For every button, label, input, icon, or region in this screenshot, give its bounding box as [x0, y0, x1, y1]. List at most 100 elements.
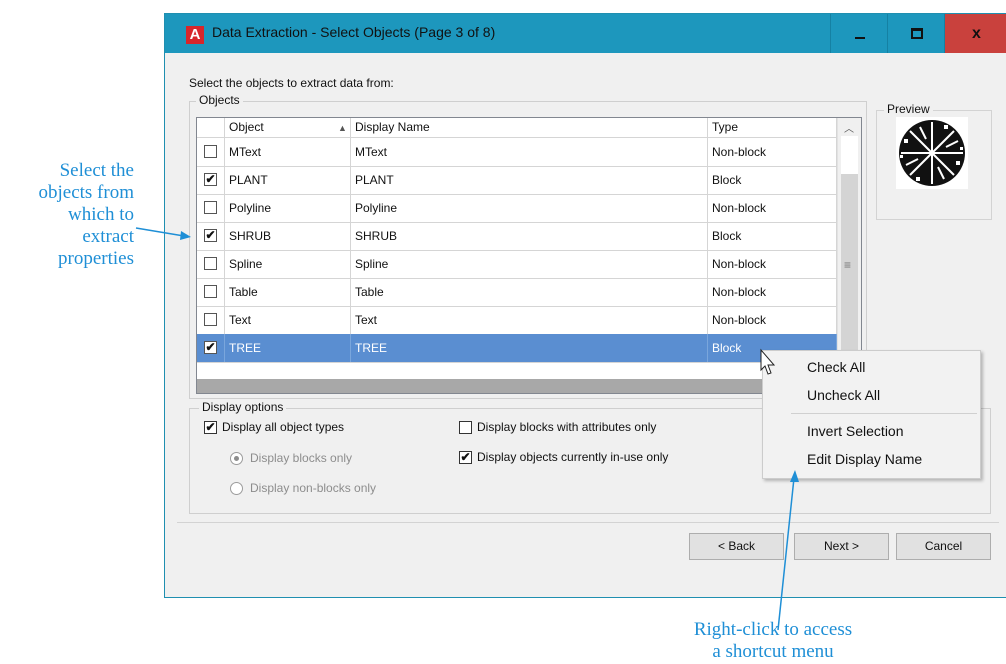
- menu-item-uncheck-all[interactable]: Uncheck All: [807, 387, 880, 403]
- display-name-cell[interactable]: Text: [351, 306, 708, 334]
- footer-separator: [177, 522, 999, 523]
- scroll-grip-icon: ≡: [844, 258, 852, 272]
- row-checkbox-cell[interactable]: ✔: [197, 222, 225, 250]
- checkbox-unchecked[interactable]: [204, 313, 217, 326]
- row-checkbox-cell[interactable]: ✔: [197, 334, 225, 362]
- non-blocks-only-radio[interactable]: Display non-blocks only: [230, 481, 377, 496]
- checkbox-checked[interactable]: ✔: [204, 173, 217, 186]
- row-checkbox-cell[interactable]: [197, 278, 225, 306]
- context-menu: Check All Uncheck All Invert Selection E…: [762, 350, 981, 479]
- table-row[interactable]: ✔ PLANT PLANT Block: [197, 166, 837, 195]
- row-checkbox-cell[interactable]: [197, 250, 225, 278]
- header-display-name[interactable]: Display Name: [351, 118, 708, 137]
- scrollbar-track[interactable]: [841, 174, 858, 379]
- maximize-button[interactable]: [887, 14, 945, 53]
- display-name-cell[interactable]: PLANT: [351, 166, 708, 194]
- row-checkbox-cell[interactable]: [197, 194, 225, 222]
- row-checkbox-cell[interactable]: [197, 306, 225, 334]
- header-object[interactable]: Object ▲: [225, 118, 351, 137]
- radio-unselected[interactable]: [230, 482, 243, 496]
- table-row[interactable]: Table Table Non-block: [197, 278, 837, 307]
- sort-ascending-icon: ▲: [338, 123, 347, 133]
- close-icon: x: [972, 25, 981, 42]
- left-annotation-line-3: which to: [68, 204, 134, 225]
- table-row[interactable]: ✔ TREE TREE Block: [197, 334, 837, 363]
- display-name-cell[interactable]: Spline: [351, 250, 708, 278]
- objects-group-title: Objects: [196, 93, 243, 107]
- bottom-annotation-line-2: a shortcut menu: [712, 641, 834, 662]
- object-cell: Table: [225, 278, 351, 306]
- checkbox-unchecked[interactable]: [459, 421, 472, 435]
- left-annotation: Select the objects from which to extract…: [0, 160, 134, 270]
- minimize-button[interactable]: [830, 14, 888, 53]
- left-annotation-line-2: objects from: [38, 182, 134, 203]
- cancel-button[interactable]: Cancel: [896, 533, 991, 560]
- minimize-icon: [854, 36, 865, 39]
- display-name-cell[interactable]: SHRUB: [351, 222, 708, 250]
- blocks-only-label: Display blocks only: [250, 451, 353, 465]
- menu-item-check-all[interactable]: Check All: [807, 359, 865, 375]
- type-cell: Non-block: [708, 306, 837, 334]
- display-name-cell[interactable]: TREE: [351, 334, 708, 362]
- display-all-types-label: Display all object types: [222, 420, 345, 434]
- grid-footer-bar: [197, 379, 837, 393]
- title-bar[interactable]: A Data Extraction - Select Objects (Page…: [165, 14, 1006, 53]
- header-checkbox-column[interactable]: [197, 118, 225, 137]
- left-annotation-line-1: Select the: [59, 160, 134, 181]
- display-name-cell[interactable]: MText: [351, 138, 708, 166]
- display-options-title: Display options: [199, 400, 287, 414]
- table-row[interactable]: Spline Spline Non-block: [197, 250, 837, 279]
- back-button[interactable]: < Back: [689, 533, 784, 560]
- instruction-label: Select the objects to extract data from:: [189, 76, 394, 90]
- type-cell: Non-block: [708, 278, 837, 306]
- blocks-with-attributes-checkbox[interactable]: Display blocks with attributes only: [459, 420, 657, 435]
- header-type[interactable]: Type: [708, 118, 837, 137]
- menu-separator: [791, 413, 977, 414]
- scrollbar-thumb[interactable]: [841, 136, 858, 174]
- in-use-only-checkbox[interactable]: ✔ Display objects currently in-use only: [459, 450, 669, 465]
- menu-item-edit-display-name[interactable]: Edit Display Name: [807, 451, 922, 467]
- in-use-only-label: Display objects currently in-use only: [477, 450, 669, 464]
- checkbox-unchecked[interactable]: [204, 201, 217, 214]
- checkbox-checked[interactable]: ✔: [204, 421, 217, 435]
- menu-item-invert-selection[interactable]: Invert Selection: [807, 423, 904, 439]
- blocks-only-radio[interactable]: Display blocks only: [230, 451, 353, 466]
- blocks-with-attributes-label: Display blocks with attributes only: [477, 420, 657, 434]
- left-annotation-line-4: extract: [82, 226, 134, 247]
- checkbox-unchecked[interactable]: [204, 257, 217, 270]
- non-blocks-only-label: Display non-blocks only: [250, 481, 377, 495]
- object-cell: Text: [225, 306, 351, 334]
- table-row[interactable]: MText MText Non-block: [197, 138, 837, 167]
- table-row[interactable]: Text Text Non-block: [197, 306, 837, 335]
- bottom-annotation-line-1: Right-click to access: [693, 619, 853, 640]
- display-all-types-checkbox[interactable]: ✔ Display all object types: [204, 420, 345, 435]
- bottom-annotation: Right-click to access a shortcut menu: [620, 619, 926, 663]
- scroll-up-icon[interactable]: ︿: [844, 120, 854, 135]
- row-checkbox-cell[interactable]: ✔: [197, 166, 225, 194]
- row-checkbox-cell[interactable]: [197, 138, 225, 166]
- next-button[interactable]: Next >: [794, 533, 889, 560]
- object-cell: SHRUB: [225, 222, 351, 250]
- type-cell: Non-block: [708, 138, 837, 166]
- grid-header: Object ▲ Display Name Type: [197, 118, 837, 138]
- display-name-cell[interactable]: Table: [351, 278, 708, 306]
- object-cell: TREE: [225, 334, 351, 362]
- checkbox-checked[interactable]: ✔: [204, 229, 217, 242]
- checkbox-unchecked[interactable]: [204, 285, 217, 298]
- preview-tree-image: [896, 117, 968, 189]
- maximize-icon: [910, 28, 923, 40]
- radio-selected[interactable]: [230, 452, 243, 466]
- object-cell: MText: [225, 138, 351, 166]
- checkbox-checked[interactable]: ✔: [459, 451, 472, 465]
- table-row[interactable]: Polyline Polyline Non-block: [197, 194, 837, 223]
- autocad-app-icon: A: [186, 26, 204, 44]
- checkbox-unchecked[interactable]: [204, 145, 217, 158]
- preview-title: Preview: [884, 102, 933, 116]
- data-extraction-dialog: A Data Extraction - Select Objects (Page…: [165, 14, 1006, 597]
- left-annotation-line-5: properties: [58, 248, 134, 269]
- checkbox-checked[interactable]: ✔: [204, 341, 217, 354]
- close-button[interactable]: x: [944, 14, 1006, 53]
- display-name-cell[interactable]: Polyline: [351, 194, 708, 222]
- type-cell: Block: [708, 222, 837, 250]
- table-row[interactable]: ✔ SHRUB SHRUB Block: [197, 222, 837, 251]
